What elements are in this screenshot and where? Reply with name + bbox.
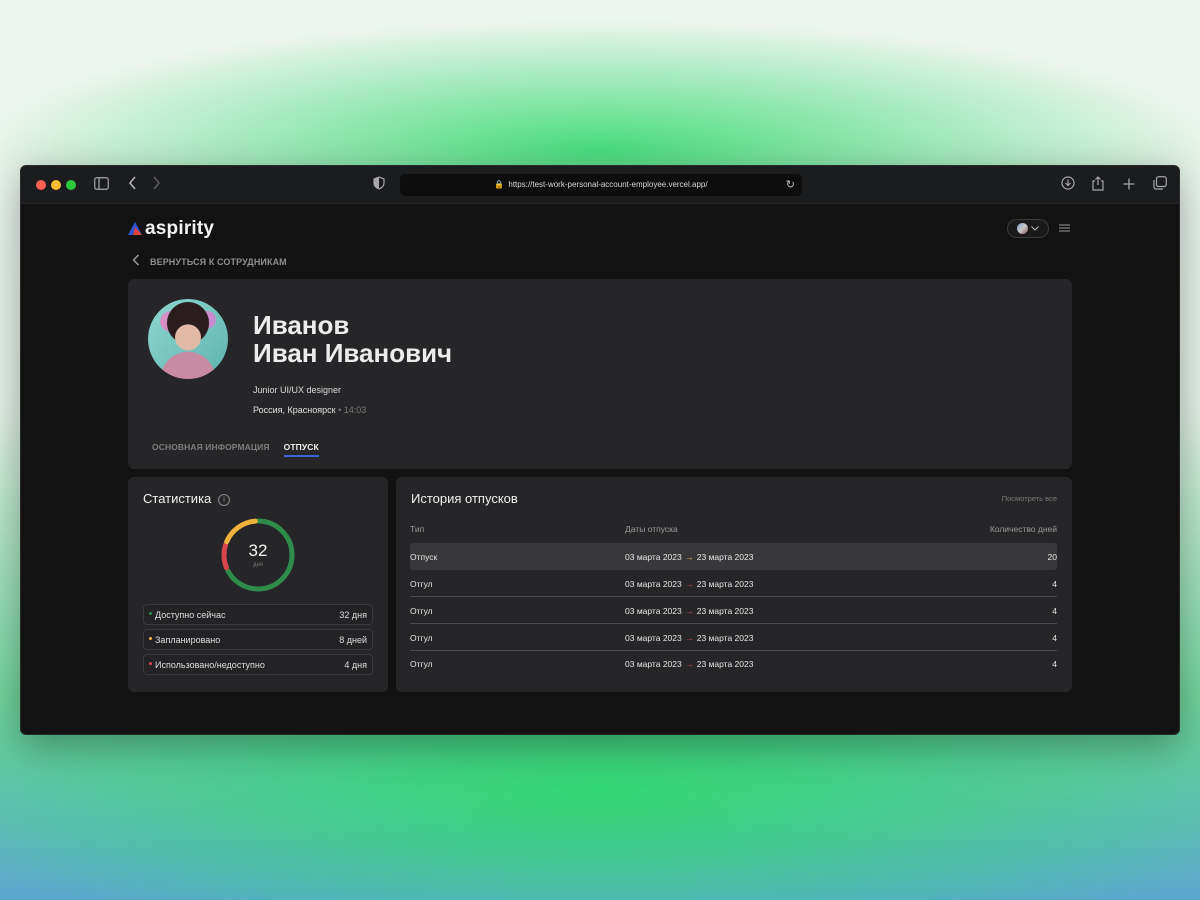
vacation-days: 4 [1052, 633, 1057, 643]
date-from: 03 марта 2023 [625, 659, 682, 669]
arrow-right-icon: → [684, 606, 694, 616]
table-row[interactable]: Отгул 03 марта 2023 → 23 марта 2023 4 [410, 597, 1057, 624]
close-window-button[interactable] [36, 180, 46, 190]
date-to: 23 марта 2023 [696, 633, 754, 643]
vacation-type: Отгул [410, 579, 433, 589]
vacation-days: 4 [1052, 579, 1057, 589]
page-content: aspirity ВЕРНУТЬСЯ К СОТРУДНИКАМ Иванов … [21, 204, 1179, 734]
avatar [148, 299, 228, 379]
menu-icon[interactable] [1059, 220, 1070, 235]
stat-row-used: Использовано/недоступно 4 дня [143, 654, 373, 675]
back-to-employees-link[interactable]: ВЕРНУТЬСЯ К СОТРУДНИКАМ [132, 254, 287, 269]
stat-value: 4 дня [344, 660, 367, 670]
date-from: 03 марта 2023 [625, 633, 682, 643]
language-switcher[interactable] [1007, 219, 1049, 238]
column-header-dates: Даты отпуска [625, 524, 678, 534]
history-title: История отпусков [411, 491, 518, 506]
date-from: 03 марта 2023 [625, 606, 682, 616]
vacation-dates: 03 марта 2023 → 23 марта 2023 [625, 659, 753, 669]
employee-name: Иванов Иван Иванович [253, 311, 452, 367]
vacation-type: Отпуск [410, 552, 438, 562]
logo-text: aspirity [145, 218, 215, 239]
table-row[interactable]: Отгул 03 марта 2023 → 23 марта 2023 4 [410, 570, 1057, 597]
vacation-dates: 03 марта 2023 → 23 марта 2023 [625, 552, 753, 562]
employee-local-time: • 14:03 [338, 405, 367, 415]
date-to: 23 марта 2023 [696, 659, 754, 669]
vacation-type: Отгул [410, 659, 433, 669]
date-to: 23 марта 2023 [696, 552, 754, 562]
arrow-right-icon: → [684, 659, 694, 669]
vacation-type: Отгул [410, 633, 433, 643]
donut-unit: дня [252, 562, 264, 568]
profile-tabs: ОСНОВНАЯ ИНФОРМАЦИЯ ОТПУСК [152, 442, 319, 457]
address-bar[interactable]: 🔒 https://test-work-personal-account-empl… [400, 174, 802, 196]
stat-bullet [149, 662, 152, 665]
date-to: 23 марта 2023 [696, 579, 754, 589]
logo[interactable]: aspirity [128, 218, 214, 240]
date-to: 23 марта 2023 [696, 606, 754, 616]
stat-row-planned: Запланировано 8 дней [143, 629, 373, 650]
employee-location: Россия, Красноярск [253, 405, 336, 415]
tab-main-info[interactable]: ОСНОВНАЯ ИНФОРМАЦИЯ [152, 442, 270, 457]
shield-icon[interactable] [373, 176, 385, 194]
stat-label: Использовано/недоступно [155, 660, 265, 670]
view-all-link[interactable]: Посмотреть все [1002, 494, 1057, 503]
arrow-right-icon: → [684, 552, 694, 562]
statistics-title: Статистика [143, 491, 212, 506]
stat-value: 8 дней [339, 635, 367, 645]
stat-label: Запланировано [155, 635, 221, 645]
vacation-dates: 03 марта 2023 → 23 марта 2023 [625, 633, 753, 643]
browser-window: 🔒 https://test-work-personal-account-empl… [20, 165, 1180, 735]
statistics-card: Статистика i 32 дня Доступно сейчас 32 д… [128, 477, 388, 692]
lock-icon: 🔒 [494, 180, 505, 189]
stat-value: 32 дня [339, 610, 367, 620]
vacation-dates: 03 марта 2023 → 23 марта 2023 [625, 606, 753, 616]
column-header-days: Количество дней [989, 524, 1057, 534]
url-text: https://test-work-personal-account-emplo… [508, 180, 708, 189]
chevron-left-icon [132, 254, 140, 269]
sidebar-toggle-icon[interactable] [94, 176, 109, 194]
vacation-days: 20 [1047, 552, 1057, 562]
employee-location-line: Россия, Красноярск • 14:03 [253, 405, 366, 415]
download-icon[interactable] [1061, 176, 1075, 194]
employee-last-name: Иванов [253, 310, 350, 340]
employee-role: Junior UI/UX designer [253, 385, 342, 395]
flag-icon [1017, 223, 1028, 234]
tab-overview-icon[interactable] [1153, 176, 1167, 194]
employee-first-middle-name: Иван Иванович [253, 338, 453, 368]
share-icon[interactable] [1092, 176, 1104, 195]
vacation-type: Отгул [410, 606, 433, 616]
vacation-days: 4 [1052, 659, 1057, 669]
tab-vacation[interactable]: ОТПУСК [283, 442, 319, 457]
reload-icon[interactable]: ↻ [786, 174, 795, 196]
table-row[interactable]: Отпуск 03 марта 2023 → 23 марта 2023 20 [410, 543, 1057, 570]
info-icon[interactable]: i [218, 494, 230, 506]
table-row[interactable]: Отгул 03 марта 2023 → 23 марта 2023 4 [410, 650, 1057, 677]
zoom-window-button[interactable] [66, 180, 76, 190]
stat-label: Доступно сейчас [155, 610, 226, 620]
stat-row-available: Доступно сейчас 32 дня [143, 604, 373, 625]
back-link-label: ВЕРНУТЬСЯ К СОТРУДНИКАМ [150, 256, 287, 267]
arrow-right-icon: → [684, 633, 694, 643]
stat-bullet [149, 612, 152, 615]
vacation-history-card: История отпусков Посмотреть все Тип Даты… [396, 477, 1072, 692]
date-from: 03 марта 2023 [625, 552, 682, 562]
forward-nav-icon[interactable] [152, 176, 161, 194]
vacation-dates: 03 марта 2023 → 23 марта 2023 [625, 579, 753, 589]
minimize-window-button[interactable] [51, 180, 61, 190]
browser-toolbar: 🔒 https://test-work-personal-account-empl… [21, 166, 1179, 204]
profile-card: Иванов Иван Иванович Junior UI/UX design… [128, 279, 1072, 469]
vacation-days: 4 [1052, 606, 1057, 616]
arrow-right-icon: → [684, 579, 694, 589]
donut-total: 32 [248, 541, 268, 560]
chevron-down-icon [1031, 224, 1039, 233]
back-nav-icon[interactable] [128, 176, 137, 194]
logo-mark-icon [128, 222, 144, 236]
new-tab-icon[interactable] [1123, 176, 1135, 194]
table-row[interactable]: Отгул 03 марта 2023 → 23 марта 2023 4 [410, 624, 1057, 651]
date-from: 03 марта 2023 [625, 579, 682, 589]
stat-bullet [149, 637, 152, 640]
column-header-type: Тип [410, 524, 425, 534]
